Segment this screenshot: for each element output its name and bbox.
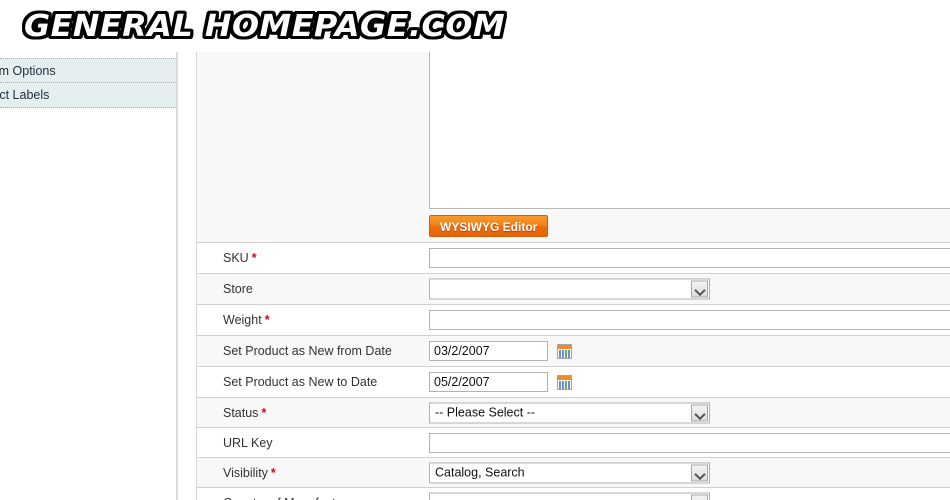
label-new-to-date: Set Product as New to Date (223, 375, 378, 389)
control-wrap-new-to-date (429, 372, 573, 392)
required-marker: * (264, 313, 270, 327)
label-weight: Weight * (223, 313, 270, 327)
sku-input[interactable] (429, 248, 950, 268)
watermark-banner: GENERAL HOMEPAGE.COM (0, 0, 950, 52)
chevron-down-icon[interactable] (691, 464, 708, 481)
store-select[interactable] (429, 278, 710, 300)
label-sku: SKU * (223, 251, 257, 265)
weight-input[interactable] (429, 310, 950, 330)
chevron-down-icon[interactable] (691, 494, 708, 500)
sidebar-menu: Custom Options Product Labels (0, 58, 176, 108)
watermark-logo-text: GENERAL HOMEPAGE.COM (22, 7, 507, 46)
required-marker: * (261, 405, 267, 420)
form-row-visibility: Visibility * Catalog, Search (197, 457, 950, 487)
label-country-of-manufacture: Country of Manufacture (223, 496, 354, 500)
control-wrap-new-from-date (429, 341, 573, 361)
status-select-value: -- Please Select -- (435, 405, 536, 419)
sidebar-item-product-labels[interactable]: Product Labels (0, 83, 176, 107)
calendar-icon[interactable] (557, 375, 573, 391)
country-of-manufacture-select[interactable] (429, 492, 710, 500)
control-wrap-country-of-manufacture (429, 492, 710, 500)
label-new-from-date: Set Product as New from Date (223, 344, 392, 358)
sidebar-item-label: Product Labels (0, 88, 50, 102)
visibility-select-value: Catalog, Search (435, 465, 525, 479)
sidebar-item-label: Custom Options (0, 64, 56, 78)
chevron-down-icon[interactable] (691, 280, 708, 298)
required-marker: * (251, 251, 257, 265)
new-from-date-input[interactable] (429, 341, 548, 361)
label-visibility: Visibility * (223, 465, 276, 480)
visibility-select[interactable]: Catalog, Search (429, 462, 710, 483)
form-row-sku: SKU * (197, 242, 950, 273)
control-wrap-visibility: Catalog, Search (429, 462, 710, 483)
wysiwyg-editor-button[interactable]: WYSIWYG Editor (429, 215, 549, 237)
description-textarea[interactable] (429, 52, 950, 209)
new-to-date-input[interactable] (429, 372, 548, 392)
control-wrap-sku (429, 248, 950, 268)
label-store: Store (223, 282, 253, 296)
form-row-weight: Weight * (197, 304, 950, 335)
form-row-new-to-date: Set Product as New to Date (197, 366, 950, 397)
status-select[interactable]: -- Please Select -- (429, 402, 710, 423)
form-row-status: Status * -- Please Select -- (197, 397, 950, 427)
form-row-country-of-manufacture: Country of Manufacture (197, 487, 950, 500)
url-key-input[interactable] (429, 432, 950, 453)
control-wrap-url-key (429, 432, 950, 453)
form-row-new-from-date: Set Product as New from Date (197, 335, 950, 366)
product-form-panel: WYSIWYG Editor SKU * Store Weight * Set … (196, 52, 950, 500)
label-status: Status * (223, 405, 267, 420)
control-wrap-status: -- Please Select -- (429, 402, 710, 423)
sidebar-item-custom-options[interactable]: Custom Options (0, 59, 176, 83)
chevron-down-icon[interactable] (691, 404, 708, 421)
required-marker: * (270, 465, 276, 480)
form-row-store: Store (197, 273, 950, 304)
calendar-icon[interactable] (557, 344, 573, 360)
form-row-url-key: URL Key (197, 427, 950, 457)
sidebar: Custom Options Product Labels (0, 52, 178, 500)
description-row: WYSIWYG Editor (197, 52, 950, 242)
control-wrap-weight (429, 310, 950, 330)
label-url-key: URL Key (223, 435, 273, 450)
control-wrap-store (429, 278, 710, 300)
